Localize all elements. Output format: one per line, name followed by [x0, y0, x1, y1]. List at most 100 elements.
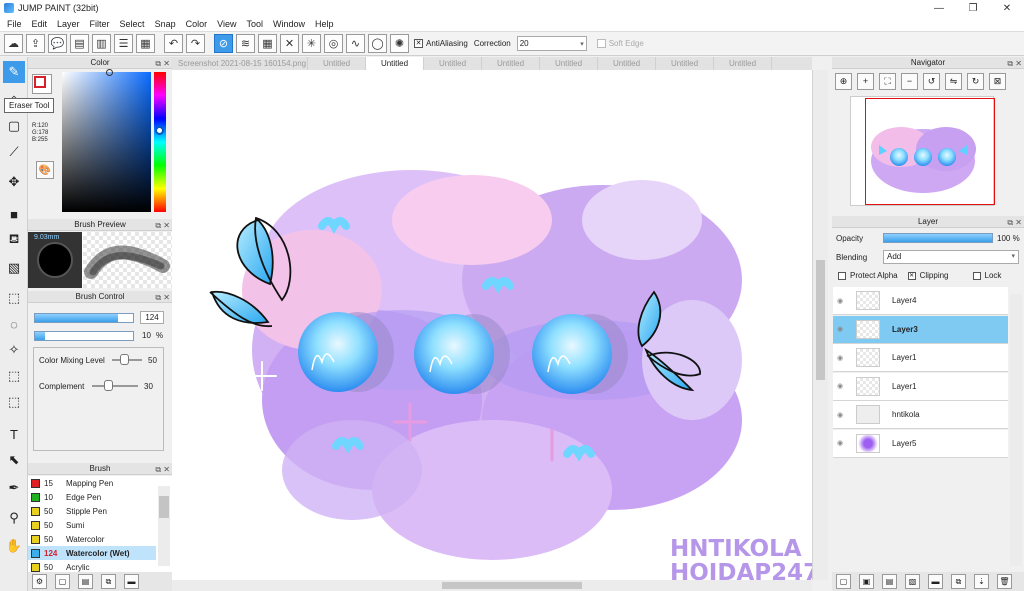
menu-tool[interactable]: Tool [241, 19, 268, 29]
grid-icon[interactable]: ▦ [136, 34, 155, 53]
panel-float-icon[interactable]: ⧉ ✕ [1007, 217, 1022, 229]
snap-cross-icon[interactable]: ✕ [280, 34, 299, 53]
fill-rect-tool-icon[interactable]: ■ [3, 203, 25, 225]
document-tab[interactable]: Untitled [656, 57, 714, 70]
menu-view[interactable]: View [212, 19, 241, 29]
document-tab[interactable]: Untitled [598, 57, 656, 70]
comment-icon[interactable]: 💬 [48, 34, 67, 53]
menu-color[interactable]: Color [181, 19, 213, 29]
correction-select[interactable]: 20 ▾ [516, 36, 587, 51]
layer-row[interactable]: ◉ Layer5 [833, 429, 1008, 458]
menu-layer[interactable]: Layer [52, 19, 85, 29]
menu-snap[interactable]: Snap [150, 19, 181, 29]
brush-list-item[interactable]: 50 Sumi [28, 518, 156, 532]
brush-list-item[interactable]: 50 Acrylic [28, 560, 156, 572]
menu-edit[interactable]: Edit [27, 19, 53, 29]
brush-tool-icon[interactable]: ✎ [3, 61, 25, 83]
new-vector-layer-icon[interactable]: ▣ [859, 574, 874, 589]
document-tab[interactable]: Untitled [308, 57, 366, 70]
menu-window[interactable]: Window [268, 19, 310, 29]
canvas-vscroll-thumb[interactable] [816, 260, 825, 380]
snap-parallel-icon[interactable]: ≋ [236, 34, 255, 53]
eyedropper-tool-icon[interactable]: ⚲ [3, 507, 25, 529]
cloud-icon[interactable]: ☁ [4, 34, 23, 53]
menu-select[interactable]: Select [115, 19, 150, 29]
document-tab[interactable]: Untitled [366, 57, 424, 70]
duplicate-brush-icon[interactable]: ⧉ [101, 574, 116, 589]
color-mixing-handle[interactable] [120, 354, 129, 365]
navigator-view-frame[interactable] [865, 98, 995, 205]
layer-opacity-slider[interactable] [883, 233, 993, 243]
document-tab[interactable]: Screenshot 2021-08-15 160154.png [172, 57, 308, 70]
eye-icon[interactable]: ◉ [833, 382, 847, 390]
menu-help[interactable]: Help [310, 19, 339, 29]
zoom-actual-icon[interactable]: ⛶ [879, 72, 896, 90]
panel-float-icon[interactable]: ⧉ ✕ [155, 292, 170, 304]
share-icon[interactable]: ⇪ [26, 34, 45, 53]
rotate-left-icon[interactable]: ↺ [923, 72, 940, 90]
rect-select-tool-icon[interactable]: ⬚ [3, 287, 25, 309]
new-layer-icon[interactable]: ▢ [836, 574, 851, 589]
complement-track[interactable] [92, 385, 138, 387]
navigator-preview[interactable] [850, 96, 995, 206]
lock-checkbox[interactable] [972, 271, 981, 280]
merge-layer-icon[interactable]: ⇣ [974, 574, 989, 589]
snap-grid-icon[interactable]: ▦ [258, 34, 277, 53]
brush-opacity-slider[interactable] [34, 331, 134, 341]
close-button[interactable]: ✕ [990, 0, 1024, 16]
protect-alpha-checkbox[interactable] [838, 271, 846, 280]
eye-icon[interactable]: ◉ [833, 439, 847, 447]
select-pen-tool-icon[interactable]: ⬚ [3, 365, 25, 387]
zoom-in-icon[interactable]: + [857, 72, 874, 90]
brush-settings-icon[interactable]: ⚙ [32, 574, 47, 589]
canvas[interactable]: HNTIKOLA HOIDAP247 [172, 70, 812, 580]
panel-float-icon[interactable]: ⧉ ✕ [1007, 58, 1022, 70]
line-tool-icon[interactable]: ⟋ [3, 141, 25, 163]
bucket-tool-icon[interactable]: ⛾ [3, 229, 25, 251]
eye-icon[interactable]: ◉ [833, 354, 847, 362]
list-icon[interactable]: ☰ [114, 34, 133, 53]
antialiasing-checkbox[interactable]: ✕ [414, 39, 423, 48]
blending-select[interactable]: Add ▾ [883, 250, 1019, 264]
brush-size-input[interactable]: 124 [140, 311, 164, 324]
layer-row[interactable]: ◉ Layer3 [833, 315, 1008, 344]
gradient-tool-icon[interactable]: ▧ [3, 257, 25, 279]
snap-settings-icon[interactable]: ✺ [390, 34, 409, 53]
brush-list-scroll-thumb[interactable] [159, 496, 169, 518]
flip-icon[interactable]: ⇋ [945, 72, 962, 90]
palette-icon[interactable]: 🎨 [36, 161, 54, 179]
document-tab[interactable]: Untitled [540, 57, 598, 70]
new-brush-icon[interactable]: ▢ [55, 574, 70, 589]
brush-folder-icon[interactable]: ▬ [124, 574, 139, 589]
text-tool-icon[interactable]: T [3, 423, 25, 445]
snap-curve-icon[interactable]: ∿ [346, 34, 365, 53]
pen-tool-icon[interactable]: ✒ [3, 477, 25, 499]
clipping-checkbox[interactable]: ✕ [907, 271, 916, 280]
maximize-button[interactable]: ❐ [956, 0, 990, 16]
layer-row[interactable]: ◉ Layer1 [833, 344, 1008, 372]
brush-list-item[interactable]: 50 Watercolor [28, 532, 156, 546]
eye-icon[interactable]: ◉ [833, 411, 847, 419]
move-tool-icon[interactable]: ✥ [3, 171, 25, 193]
panel-float-icon[interactable]: ⧉ ✕ [155, 464, 170, 476]
zoom-fit-icon[interactable]: ⊕ [835, 72, 852, 90]
duplicate-layer-icon[interactable]: ⧉ [951, 574, 966, 589]
layer-row[interactable]: ◉ Layer4 [833, 287, 1008, 315]
operation-tool-icon[interactable]: ⬉ [3, 449, 25, 471]
complement-handle[interactable] [104, 380, 113, 391]
snap-off-icon[interactable]: ⊘ [214, 34, 233, 53]
snap-ellipse-icon[interactable]: ◯ [368, 34, 387, 53]
canvas-hscroll-thumb[interactable] [442, 582, 582, 589]
undo-icon[interactable]: ↶ [164, 34, 183, 53]
redo-icon[interactable]: ↷ [186, 34, 205, 53]
hue-slider-handle[interactable] [155, 126, 164, 135]
document-tab[interactable]: Untitled [482, 57, 540, 70]
soft-edge-checkbox[interactable] [596, 39, 606, 48]
saturation-value-picker[interactable] [62, 69, 151, 212]
panel-float-icon[interactable]: ⧉ ✕ [155, 58, 170, 70]
canvas-horizontal-scrollbar[interactable] [172, 580, 812, 591]
layer-row[interactable]: ◉ Layer1 [833, 372, 1008, 401]
layout-icon[interactable]: ▤ [70, 34, 89, 53]
snap-circle-icon[interactable]: ◎ [324, 34, 343, 53]
delete-layer-icon[interactable]: 🗑 [997, 574, 1012, 589]
